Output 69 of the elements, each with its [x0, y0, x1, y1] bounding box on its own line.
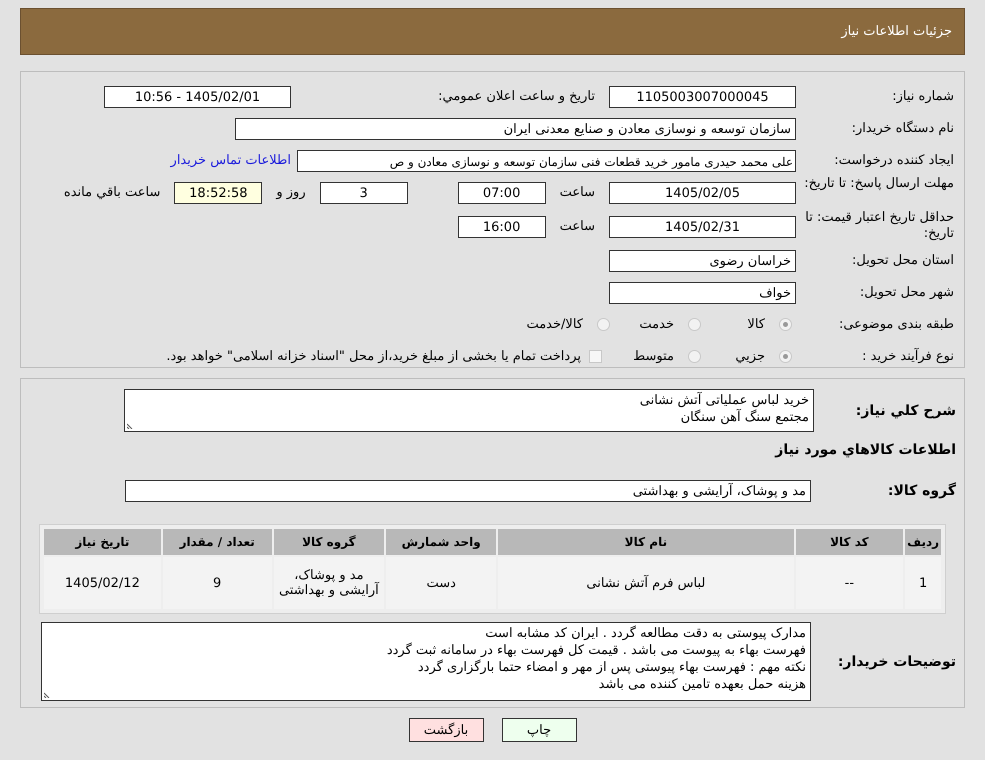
radio-button[interactable]	[779, 318, 792, 331]
field-label: شهر محل تحویل:	[858, 284, 955, 300]
radio-label: جزيي	[734, 349, 765, 364]
print-button[interactable]: چاپ	[502, 718, 576, 742]
announce-date-field: 1405/02/01 - 10:56	[104, 86, 291, 108]
field-label: گروه کالا:	[886, 483, 957, 499]
table-cell: --	[796, 557, 904, 609]
radio-button[interactable]	[688, 318, 701, 331]
field-label: روز و	[274, 185, 307, 200]
time-field: 16:00	[458, 216, 546, 238]
column-header: رديف	[905, 529, 941, 555]
field-label: ساعت	[558, 219, 596, 234]
resize-grip-icon[interactable]	[44, 692, 50, 698]
need-number-field: 1105003007000045	[609, 86, 796, 108]
field-label: مهلت ارسال پاسخ: تا تاریخ:	[803, 176, 955, 192]
field-label: نام دستگاه خریدار:	[850, 120, 955, 136]
table-cell: لباس فرم آتش نشانی	[498, 557, 794, 609]
table-cell: دست	[386, 557, 496, 609]
goods-group-field: مد و پوشاک، آرایشی و بهداشتی	[125, 480, 811, 502]
contact-link[interactable]: اطلاعات تماس خریدار	[170, 153, 291, 168]
date-field: 1405/02/05	[609, 182, 796, 204]
table-cell: 9	[162, 557, 272, 609]
field-label: ساعت	[558, 185, 596, 200]
field-label: شرح کلي نياز:	[854, 402, 957, 418]
field-label: حداقل تاریخ اعتبار قیمت: تا تاریخ:	[804, 210, 955, 242]
field-label: تاریخ و ساعت اعلان عمومي:	[437, 89, 596, 104]
column-header: واحد شمارش	[386, 529, 496, 555]
field-label: ایجاد کننده درخواست:	[833, 152, 955, 168]
table-cell: 1	[905, 557, 941, 609]
table-cell: 1405/02/12	[44, 557, 161, 609]
radio-label: متوسط	[632, 349, 674, 364]
field-label: ساعت باقي مانده	[62, 185, 162, 200]
radio-label: کالا/خدمت	[525, 317, 583, 332]
remaining-time-field: 18:52:58	[174, 182, 262, 204]
text-line: خرید لباس عملیاتی آتش نشانی	[638, 392, 809, 409]
field-label: توضیحات خریدار:	[836, 654, 957, 670]
radio-button[interactable]	[779, 350, 792, 363]
column-header: گروه کالا	[274, 529, 384, 555]
radio-button[interactable]	[597, 318, 610, 331]
radio-label: کالا	[746, 317, 765, 332]
field-label: طبقه بندی موضوعی:	[838, 316, 955, 332]
section-title: اطلاعات کالاهاي مورد نياز	[774, 442, 957, 458]
days-field: 3	[320, 182, 408, 204]
back-button[interactable]: بازگشت	[408, 718, 484, 742]
resize-grip-icon[interactable]	[127, 423, 133, 429]
date-field: 1405/02/31	[609, 216, 796, 238]
field-label: نوع فرآیند خرید :	[861, 348, 955, 364]
time-field: 07:00	[458, 182, 546, 204]
checkbox[interactable]	[589, 350, 602, 363]
text-line: مدارک پیوستی به دقت مطالعه گردد . ایران کد مشابه است	[484, 625, 806, 642]
field-label: استان محل تحویل:	[851, 252, 955, 268]
requester-field: علی محمد حیدری مامور خرید قطعات فنی سازمان توسعه و نوسازی معادن و ص	[297, 150, 796, 172]
column-header: نام کالا	[498, 529, 794, 555]
table-cell: مد و پوشاک، آرایشی و بهداشتی	[274, 557, 384, 609]
radio-label: خدمت	[638, 317, 674, 332]
text-line: نکته مهم : فهرست بهاء پیوستی پس از مهر و امضاء حتما بارگزاری گردد	[416, 659, 806, 676]
radio-button[interactable]	[688, 350, 701, 363]
column-header: تعداد / مقدار	[162, 529, 272, 555]
text-line: مجتمع سنگ آهن سنگان	[680, 409, 809, 426]
page-title: جزئیات اطلاعات نیاز	[841, 24, 952, 39]
column-header: تاریخ نیاز	[44, 529, 161, 555]
payment-note: پرداخت تمام یا بخشی از مبلغ خرید،از محل "اسناد خزانه اسلامی" خواهد بود.	[166, 349, 581, 364]
province-field: خراسان رضوی	[609, 250, 796, 272]
text-line: هزینه حمل بعهده تامین کننده می باشد	[598, 676, 806, 693]
text-line: فهرست بهاء به پیوست می باشد . قیمت کل فهرست بهاء در سامانه ثبت گردد	[386, 642, 806, 659]
city-field: خواف	[609, 282, 796, 304]
buyer-field: سازمان توسعه و نوسازی معادن و صنایع معدنی ایران	[235, 118, 796, 140]
field-label: شماره نیاز:	[891, 88, 955, 104]
column-header: کد کالا	[796, 529, 904, 555]
